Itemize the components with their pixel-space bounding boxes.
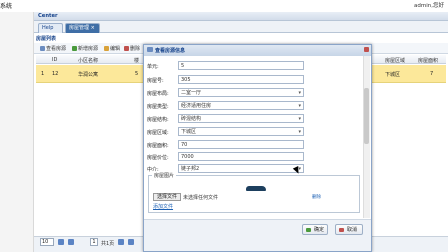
cell-community: 华润公寓 — [78, 72, 99, 78]
room-number-field[interactable]: 305 — [178, 75, 304, 84]
image-legend: 房屋图片 — [152, 172, 177, 179]
choose-file-button[interactable]: 选择文件 — [153, 193, 181, 201]
last-page-icon[interactable] — [128, 239, 134, 245]
ok-button[interactable]: 确定 — [302, 224, 328, 235]
close-icon[interactable] — [364, 47, 369, 52]
layout-select[interactable]: 二室一厅 — [178, 88, 304, 97]
app-title: 系统 — [0, 3, 13, 10]
edit-icon — [104, 46, 109, 51]
price-field[interactable]: 7000 — [178, 152, 304, 161]
dialog-icon — [147, 47, 153, 52]
field-label-region: 房屋区域: — [147, 130, 169, 136]
field-label-layout: 房屋布局: — [147, 91, 169, 97]
scrollbar-thumb[interactable] — [364, 88, 369, 144]
add-file-link[interactable]: 添加文件 — [153, 203, 173, 210]
page-input[interactable]: 1 — [90, 238, 98, 246]
field-label-type: 房屋类型: — [147, 104, 169, 110]
delete-image-link[interactable]: 删除 — [312, 194, 321, 200]
col-building[interactable]: 楼 — [134, 57, 139, 64]
cancel-icon — [339, 228, 344, 232]
cell-building: 5 — [135, 71, 139, 77]
next-page-icon[interactable] — [118, 239, 124, 245]
row-number: 1 — [41, 71, 45, 77]
check-icon — [306, 228, 311, 232]
left-sidebar — [0, 12, 34, 252]
cell-size: 7 — [430, 71, 434, 77]
edit-button[interactable]: 编辑 — [104, 45, 120, 52]
file-status: 未选择任何文件 — [183, 195, 219, 201]
page-size-select[interactable]: 10 — [40, 238, 54, 246]
page-total: 共1页 — [101, 241, 115, 247]
col-community[interactable]: 小区名称 — [78, 57, 98, 64]
field-label-room: 房屋号: — [147, 78, 164, 84]
user-greeting: admin,您好 — [414, 3, 444, 9]
delete-icon — [124, 46, 129, 51]
first-page-icon[interactable] — [58, 239, 64, 245]
field-label-unit: 单元: — [147, 64, 159, 70]
field-label-price: 房屋价位: — [147, 155, 169, 161]
tab-help[interactable]: Help — [38, 23, 63, 33]
size-field[interactable]: 70 — [178, 140, 304, 149]
add-button[interactable]: 新增房源 — [72, 45, 98, 52]
unit-field[interactable]: 5 — [178, 61, 304, 70]
center-header: Center — [34, 12, 448, 21]
delete-button[interactable]: 删除 — [124, 45, 140, 52]
tab-help-label: Help — [42, 25, 54, 31]
col-area[interactable]: 房屋区域 — [385, 57, 405, 64]
cell-id: 12 — [52, 71, 59, 77]
region-select[interactable]: 下城区 — [178, 127, 304, 136]
type-select[interactable]: 经济适用住房 — [178, 101, 304, 110]
field-label-size: 房屋面积: — [147, 143, 169, 149]
prev-page-icon[interactable] — [68, 239, 74, 245]
tab-house-management[interactable]: 房屋管理 × — [65, 23, 100, 33]
col-size[interactable]: 房屋面积 — [418, 57, 438, 64]
tab-house-label: 房屋管理 × — [69, 25, 95, 31]
house-image — [246, 186, 266, 191]
cancel-button[interactable]: 取消 — [335, 224, 363, 235]
center-title: Center — [38, 13, 58, 19]
add-icon — [72, 46, 77, 51]
search-icon — [40, 46, 45, 51]
dialog-title: 查看房源信息 — [155, 48, 186, 54]
col-id[interactable]: ID — [52, 57, 57, 63]
view-button[interactable]: 查看房源 — [40, 45, 66, 52]
section-title: 房屋列表 — [36, 36, 57, 42]
field-label-structure: 房屋结构: — [147, 117, 169, 123]
top-bar — [0, 0, 448, 12]
cell-area: 下城区 — [385, 72, 401, 78]
structure-select[interactable]: 砖混结构 — [178, 114, 304, 123]
agency-select[interactable]: 链子邦2 — [178, 164, 304, 173]
